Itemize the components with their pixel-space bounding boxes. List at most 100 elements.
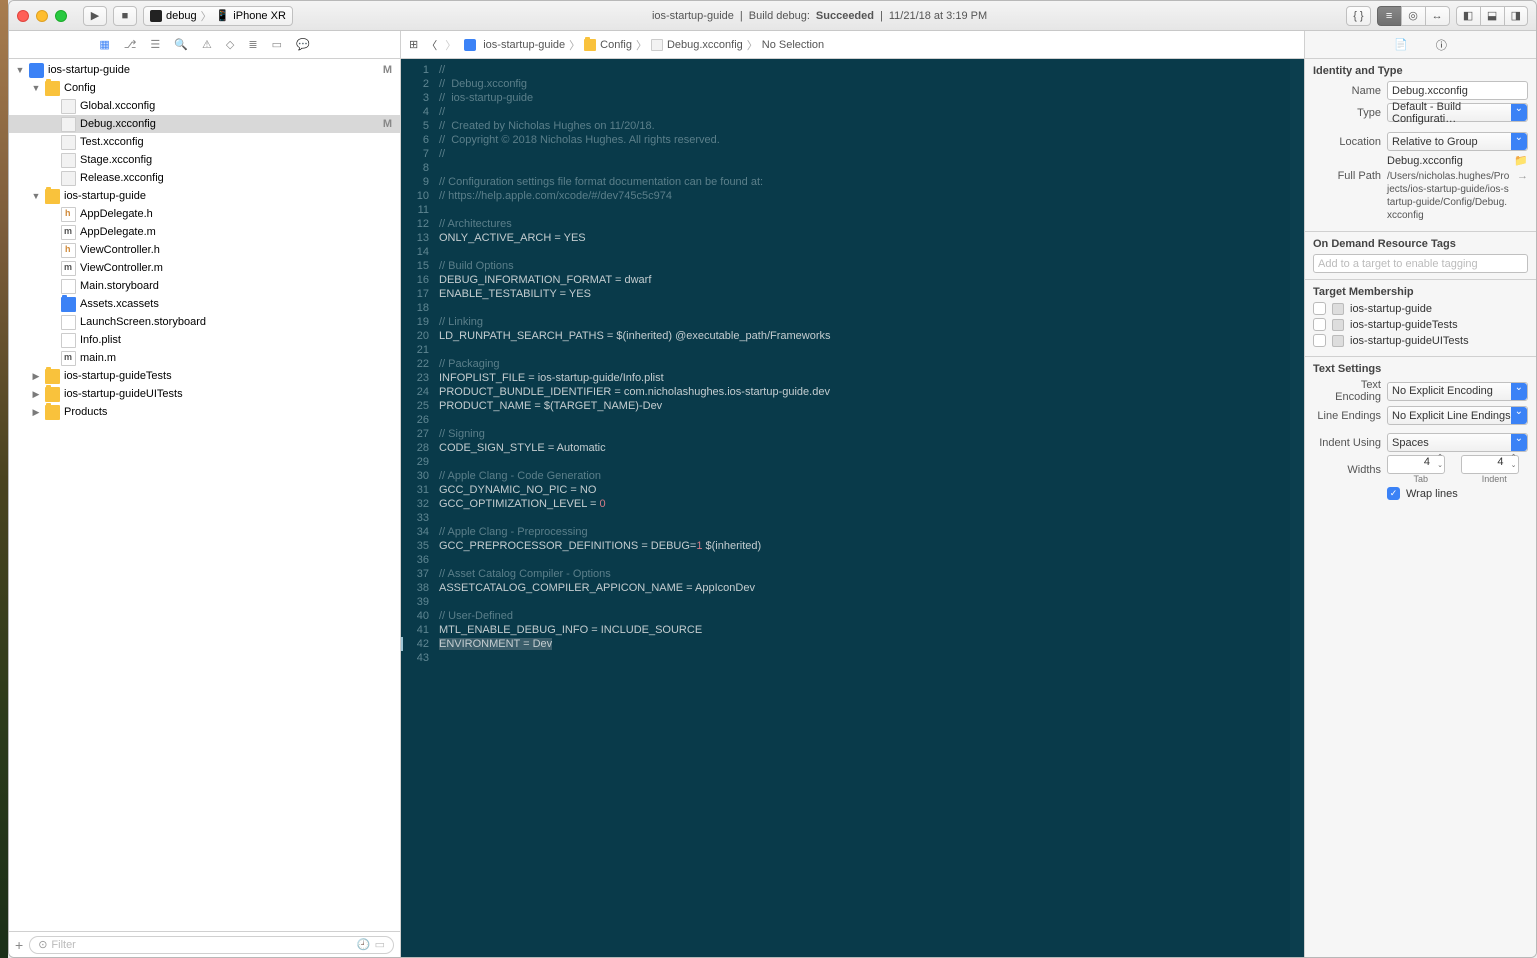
location-select[interactable]: Relative to Group <box>1387 132 1528 151</box>
assistant-editor[interactable]: ◎ <box>1401 6 1425 26</box>
reveal-icon[interactable]: → <box>1517 170 1528 182</box>
tree-row[interactable]: ViewController.m <box>9 259 400 277</box>
tree-row[interactable]: ▶ios-startup-guideUITests <box>9 385 400 403</box>
tree-row[interactable]: main.m <box>9 349 400 367</box>
target-checkbox[interactable] <box>1313 318 1326 331</box>
tree-label: Info.plist <box>80 334 121 346</box>
library-button[interactable]: { } <box>1346 6 1370 26</box>
find-navigator-tab[interactable]: 🔍 <box>174 38 188 51</box>
tree-label: Main.storyboard <box>80 280 159 292</box>
recent-filter-icon[interactable]: 🕘 <box>357 938 371 951</box>
indent-width-field[interactable]: 4 <box>1461 455 1519 474</box>
symbol-navigator-tab[interactable]: ☰ <box>150 38 160 51</box>
tree-row[interactable]: Release.xcconfig <box>9 169 400 187</box>
inspector-tabs[interactable]: 📄 ⓘ <box>1305 31 1536 59</box>
toggle-debug-area[interactable]: ⬓ <box>1480 6 1504 26</box>
toggle-inspector[interactable]: ◨ <box>1504 6 1528 26</box>
tree-label: Assets.xcassets <box>80 298 159 310</box>
forward-button[interactable]: 〉 <box>445 37 456 53</box>
tree-row[interactable]: Debug.xcconfigM <box>9 115 400 133</box>
tree-row[interactable]: AppDelegate.h <box>9 205 400 223</box>
folder-icon[interactable]: 📁 <box>1514 154 1528 167</box>
project-tree[interactable]: ▼ios-startup-guideM▼ConfigGlobal.xcconfi… <box>9 59 400 931</box>
tree-row[interactable]: Test.xcconfig <box>9 133 400 151</box>
disclosure-triangle[interactable]: ▶ <box>31 389 41 400</box>
target-checkbox[interactable] <box>1313 334 1326 347</box>
file-inspector-tab[interactable]: 📄 <box>1394 38 1408 51</box>
tree-label: AppDelegate.m <box>80 226 156 238</box>
tree-label: LaunchScreen.storyboard <box>80 316 206 328</box>
breadcrumb-item[interactable]: Config <box>600 39 632 51</box>
editor-mode-segmented[interactable]: ≡ ◎ ↔ <box>1377 6 1450 26</box>
tree-row[interactable]: ▼ ios-startup-guide <box>9 187 400 205</box>
scheme-device: iPhone XR <box>233 10 286 22</box>
breadcrumb-item[interactable]: Debug.xcconfig <box>667 39 743 51</box>
minimize-window[interactable] <box>36 10 48 22</box>
tree-row[interactable]: Global.xcconfig <box>9 97 400 115</box>
scm-status: M <box>383 64 392 76</box>
tree-label: Config <box>64 82 96 94</box>
test-navigator-tab[interactable]: ◇ <box>226 38 234 51</box>
help-inspector-tab[interactable]: ⓘ <box>1436 37 1447 53</box>
zoom-window[interactable] <box>55 10 67 22</box>
type-select[interactable]: Default - Build Configurati… <box>1387 103 1528 122</box>
disclosure-triangle[interactable]: ▼ <box>31 191 41 201</box>
tree-label: Stage.xcconfig <box>80 154 152 166</box>
tree-row[interactable]: Main.storyboard <box>9 277 400 295</box>
target-checkbox[interactable] <box>1313 302 1326 315</box>
close-window[interactable] <box>17 10 29 22</box>
scrollbar[interactable] <box>1290 59 1304 957</box>
tab-width-field[interactable]: 4 <box>1387 455 1445 474</box>
tree-row[interactable]: ▼ Config <box>9 79 400 97</box>
tree-row[interactable]: Stage.xcconfig <box>9 151 400 169</box>
version-editor[interactable]: ↔ <box>1425 6 1450 26</box>
filter-field[interactable]: ⊙ Filter 🕘 ▭ <box>29 936 394 954</box>
tree-label: Release.xcconfig <box>80 172 164 184</box>
add-button[interactable]: + <box>15 937 23 953</box>
scm-filter-icon[interactable]: ▭ <box>375 938 385 951</box>
tree-row[interactable]: Info.plist <box>9 331 400 349</box>
name-field[interactable]: Debug.xcconfig <box>1387 81 1528 100</box>
encoding-select[interactable]: No Explicit Encoding <box>1387 382 1528 401</box>
tree-row[interactable]: ViewController.h <box>9 241 400 259</box>
ondemand-field[interactable]: Add to a target to enable tagging <box>1313 254 1528 273</box>
disclosure-triangle[interactable]: ▼ <box>31 83 41 93</box>
panel-toggles[interactable]: ◧ ⬓ ◨ <box>1456 6 1528 26</box>
toggle-navigator[interactable]: ◧ <box>1456 6 1480 26</box>
issue-navigator-tab[interactable]: ⚠ <box>202 38 212 51</box>
tree-label: main.m <box>80 352 116 364</box>
jump-bar[interactable]: ⊞ 〈 〉 ios-startup-guide〉Config〉Debug.xcc… <box>401 31 1304 59</box>
standard-editor[interactable]: ≡ <box>1377 6 1401 26</box>
breakpoint-navigator-tab[interactable]: ▭ <box>272 38 282 51</box>
report-navigator-tab[interactable]: 💬 <box>296 38 310 51</box>
identity-header: Identity and Type <box>1313 65 1528 77</box>
debug-navigator-tab[interactable]: ≣ <box>248 38 257 51</box>
tree-row[interactable]: AppDelegate.m <box>9 223 400 241</box>
activity-view: ios-startup-guide| Build debug: Succeede… <box>299 10 1340 22</box>
related-items-icon[interactable]: ⊞ <box>409 38 418 51</box>
endings-select[interactable]: No Explicit Line Endings <box>1387 406 1528 425</box>
code-editor[interactable]: 1234567891011121314151617181920212223242… <box>401 59 1304 957</box>
breadcrumb-item[interactable]: No Selection <box>762 39 824 51</box>
back-button[interactable]: 〈 <box>426 37 437 53</box>
indent-using-select[interactable]: Spaces <box>1387 433 1528 452</box>
project-navigator-tab[interactable]: ▦ <box>99 38 109 51</box>
target-name: ios-startup-guide <box>1350 303 1432 315</box>
stop-button[interactable]: ■ <box>113 6 137 26</box>
disclosure-triangle[interactable]: ▼ <box>15 65 25 75</box>
toolbar: ▶ ■ debug 〉 📱 iPhone XR ios-startup-guid… <box>9 1 1536 31</box>
disclosure-triangle[interactable]: ▶ <box>31 371 41 382</box>
source-control-navigator-tab[interactable]: ⎇ <box>124 38 137 51</box>
run-button[interactable]: ▶ <box>83 6 107 26</box>
tree-row[interactable]: ▶ios-startup-guideTests <box>9 367 400 385</box>
breadcrumb-item[interactable]: ios-startup-guide <box>483 39 565 51</box>
disclosure-triangle[interactable]: ▶ <box>31 407 41 418</box>
tree-row[interactable]: ▶Products <box>9 403 400 421</box>
wrap-lines-checkbox[interactable]: ✓ <box>1387 487 1400 500</box>
scheme-selector[interactable]: debug 〉 📱 iPhone XR <box>143 6 293 26</box>
tree-row[interactable]: Assets.xcassets <box>9 295 400 313</box>
tree-label: ios-startup-guide <box>64 190 146 202</box>
tree-row[interactable]: ▼ios-startup-guideM <box>9 61 400 79</box>
navigator-tabs[interactable]: ▦ ⎇ ☰ 🔍 ⚠ ◇ ≣ ▭ 💬 <box>9 31 400 59</box>
tree-row[interactable]: LaunchScreen.storyboard <box>9 313 400 331</box>
